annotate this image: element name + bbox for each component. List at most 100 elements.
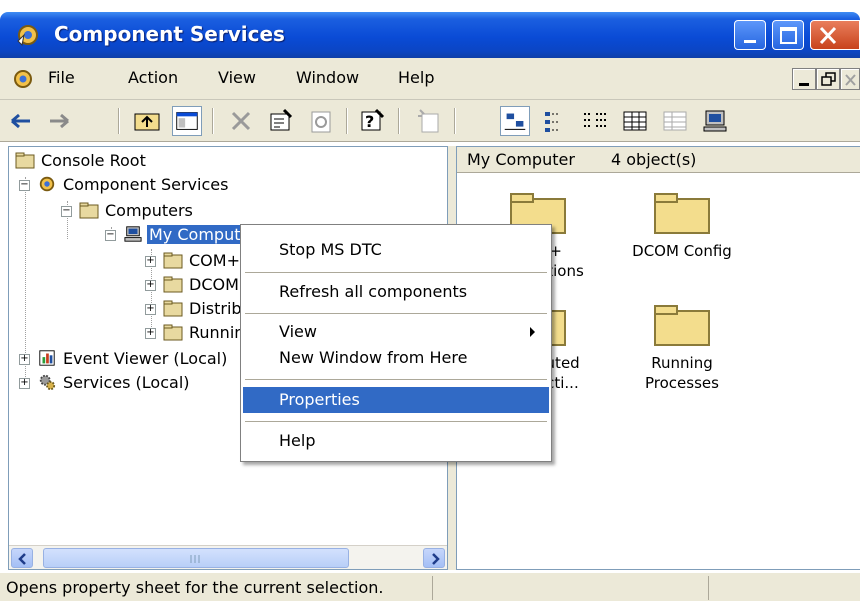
menu-item-label: Stop MS DTC (279, 240, 382, 259)
menu-item-label: Refresh all components (279, 282, 468, 301)
details-header-title: My Computer (467, 150, 575, 169)
menu-item-stop-ms-dtc[interactable]: Stop MS DTC (243, 237, 549, 263)
folder-icon (163, 300, 183, 317)
item-label-line1: DCOM Config (632, 242, 732, 260)
details-header: My Computer 4 object(s) (457, 147, 860, 173)
toolbar: ? (0, 100, 860, 142)
show-hide-tree-icon[interactable] (172, 106, 202, 136)
menu-item-refresh-all[interactable]: Refresh all components (243, 279, 549, 305)
close-button[interactable] (810, 20, 860, 50)
maximize-button[interactable] (772, 20, 804, 50)
filter-view-icon[interactable] (660, 106, 690, 136)
menu-item-help[interactable]: Help (243, 428, 549, 454)
svg-text:?: ? (365, 112, 374, 131)
scroll-thumb[interactable] (43, 548, 349, 568)
forward-arrow-icon[interactable] (44, 106, 74, 136)
tree-item-console-root[interactable]: Console Root (15, 149, 315, 173)
toolbar-separator (212, 108, 214, 134)
grip-icon (190, 555, 200, 563)
chevron-left-icon (18, 553, 26, 565)
component-services-icon (39, 176, 55, 192)
toolbar-separator (454, 108, 456, 134)
tree-item-label: Services (Local) (63, 373, 190, 392)
mdi-minimize-button[interactable] (792, 68, 816, 90)
event-viewer-icon (39, 350, 55, 366)
collapse-toggle[interactable]: − (105, 230, 116, 241)
chevron-right-icon (432, 553, 440, 565)
expand-toggle[interactable]: + (145, 256, 156, 267)
folder-icon (163, 252, 183, 269)
menu-separator (245, 421, 547, 422)
menu-file[interactable]: File (48, 68, 75, 87)
window-title: Component Services (54, 22, 285, 46)
menu-view[interactable]: View (218, 68, 256, 87)
system-menu-icon[interactable] (10, 66, 36, 92)
menu-bar: File Action View Window Help (0, 58, 860, 100)
expand-toggle[interactable]: + (19, 378, 30, 389)
new-item-icon[interactable] (414, 106, 444, 136)
menu-item-label: New Window from Here (279, 348, 468, 367)
component-services-icon (17, 25, 38, 47)
large-icons-view-icon[interactable] (500, 106, 530, 136)
submenu-arrow-icon (530, 327, 535, 337)
mdi-restore-button[interactable] (816, 68, 840, 90)
expand-toggle[interactable]: + (19, 354, 30, 365)
status-panel (432, 576, 708, 600)
tree-item-computers[interactable]: − Computers (61, 199, 361, 223)
scroll-left-button[interactable] (11, 548, 33, 568)
small-icons-view-icon[interactable] (540, 106, 570, 136)
close-icon (819, 26, 837, 45)
up-folder-icon[interactable] (132, 106, 162, 136)
restore-icon (821, 72, 836, 86)
item-label-line2: Processes (645, 374, 719, 392)
collapse-toggle[interactable]: − (61, 206, 72, 217)
menu-action[interactable]: Action (128, 68, 178, 87)
menu-item-label: View (279, 322, 317, 341)
minimize-icon (799, 83, 809, 86)
list-view-icon[interactable] (580, 106, 610, 136)
tree-item-label: Computers (105, 201, 193, 220)
refresh-icon[interactable] (306, 106, 336, 136)
menu-separator (245, 313, 547, 314)
detail-view-icon[interactable] (620, 106, 650, 136)
delete-icon[interactable] (226, 106, 256, 136)
menu-item-new-window[interactable]: New Window from Here (243, 345, 549, 371)
expand-toggle[interactable]: + (145, 328, 156, 339)
menu-help[interactable]: Help (398, 68, 434, 87)
tree-item-component-services[interactable]: − Component Services (19, 173, 339, 197)
folder-icon (163, 276, 183, 293)
close-icon (845, 74, 856, 86)
menu-item-label: Help (279, 431, 316, 450)
folder-icon (654, 193, 710, 234)
details-header-count: 4 object(s) (611, 150, 697, 169)
toolbar-separator (346, 108, 348, 134)
status-text: Opens property sheet for the current sel… (6, 578, 384, 597)
menu-item-properties[interactable]: Properties (243, 387, 549, 413)
expand-toggle[interactable]: + (145, 280, 156, 291)
menu-window[interactable]: Window (296, 68, 359, 87)
mdi-close-button[interactable] (840, 68, 860, 90)
properties-icon[interactable] (266, 106, 296, 136)
toolbar-separator (398, 108, 400, 134)
tree-item-label: Event Viewer (Local) (63, 349, 228, 368)
status-bar: Opens property sheet for the current sel… (0, 572, 860, 601)
scroll-right-button[interactable] (423, 548, 445, 568)
minimize-button[interactable] (734, 20, 766, 50)
expand-toggle[interactable]: + (145, 304, 156, 315)
status-panel (708, 576, 860, 600)
tree-item-label: Console Root (41, 151, 146, 170)
menu-separator (245, 272, 547, 273)
minimize-icon (744, 40, 756, 43)
back-arrow-icon[interactable] (6, 106, 36, 136)
title-bar[interactable]: Component Services (0, 12, 860, 58)
collapse-toggle[interactable]: − (19, 180, 30, 191)
folder-icon (654, 305, 710, 346)
computer-icon (124, 226, 142, 242)
menu-item-view[interactable]: View (243, 319, 549, 345)
horizontal-scrollbar[interactable] (9, 545, 447, 569)
computer-icon[interactable] (700, 106, 730, 136)
context-menu: Stop MS DTC Refresh all components View … (240, 224, 552, 462)
folder-icon (163, 324, 183, 341)
menu-separator (245, 379, 547, 380)
help-icon[interactable]: ? (358, 106, 388, 136)
